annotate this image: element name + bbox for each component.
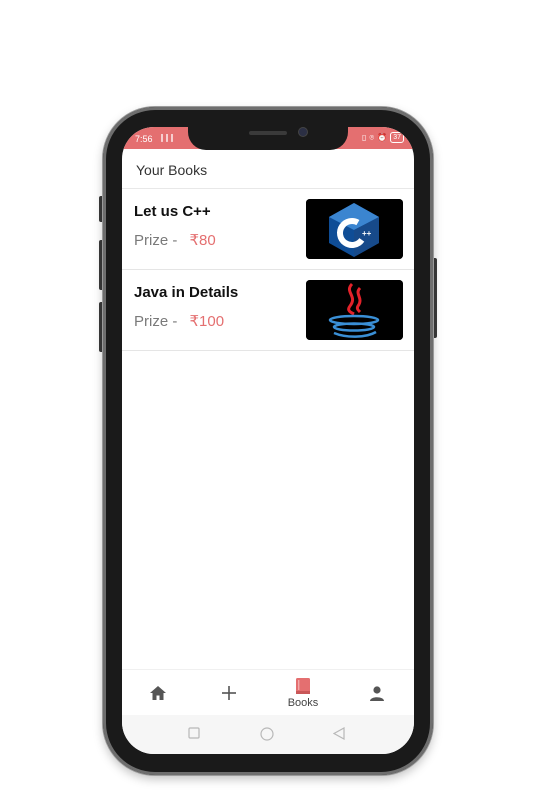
nav-profile[interactable] xyxy=(347,670,407,716)
earpiece-speaker xyxy=(249,131,287,135)
app-header: Your Books xyxy=(122,149,414,189)
book-list-item[interactable]: Java in Details Prize - ₹100 xyxy=(122,270,414,351)
front-camera xyxy=(299,128,307,136)
java-logo-icon xyxy=(306,280,403,340)
battery-icon: 37 xyxy=(390,132,404,143)
nav-add-book[interactable] xyxy=(199,670,259,716)
alarm-icon: ⏰ xyxy=(377,133,388,142)
price-label: Prize - xyxy=(134,313,178,330)
book-cover-image: ++ xyxy=(306,199,403,259)
home-icon xyxy=(150,686,166,700)
nav-books-label: Books xyxy=(287,696,319,709)
book-list-item[interactable]: Let us C++ Prize - ₹80 ++ xyxy=(122,189,414,270)
price-value: ₹100 xyxy=(189,313,225,330)
book-price-row: Prize - ₹100 xyxy=(134,312,224,330)
person-icon xyxy=(370,685,384,701)
signal-icon: ∥∥∥ xyxy=(160,133,175,142)
price-value: ₹80 xyxy=(189,232,216,249)
price-label: Prize - xyxy=(134,232,178,249)
book-cover-image xyxy=(306,280,403,340)
location-icon: ⌾ xyxy=(369,132,375,142)
system-navigation-bar xyxy=(122,715,414,754)
book-title: Let us C++ xyxy=(134,203,211,220)
nav-books[interactable]: Books xyxy=(273,670,333,716)
system-home-icon[interactable] xyxy=(260,727,274,741)
bottom-navigation: Books xyxy=(122,669,414,715)
page-title: Your Books xyxy=(136,162,208,178)
book-price-row: Prize - ₹80 xyxy=(134,231,216,249)
phone-screen: 7:56 ∥∥∥ ▯ ⌾ ⏰ 37 Your Books Let us C++ … xyxy=(122,127,414,754)
plus-icon xyxy=(222,686,236,700)
book-icon xyxy=(296,677,310,694)
svg-text:++: ++ xyxy=(362,229,372,238)
status-icons: ▯ ⌾ ⏰ 37 xyxy=(362,132,404,143)
cpp-logo-icon: ++ xyxy=(306,199,403,259)
nav-home[interactable] xyxy=(128,670,188,716)
status-time: 7:56 xyxy=(135,134,153,144)
recent-apps-icon[interactable] xyxy=(188,727,200,739)
vibrate-icon: ▯ xyxy=(362,133,367,142)
book-title: Java in Details xyxy=(134,284,239,301)
back-icon[interactable] xyxy=(333,727,345,740)
